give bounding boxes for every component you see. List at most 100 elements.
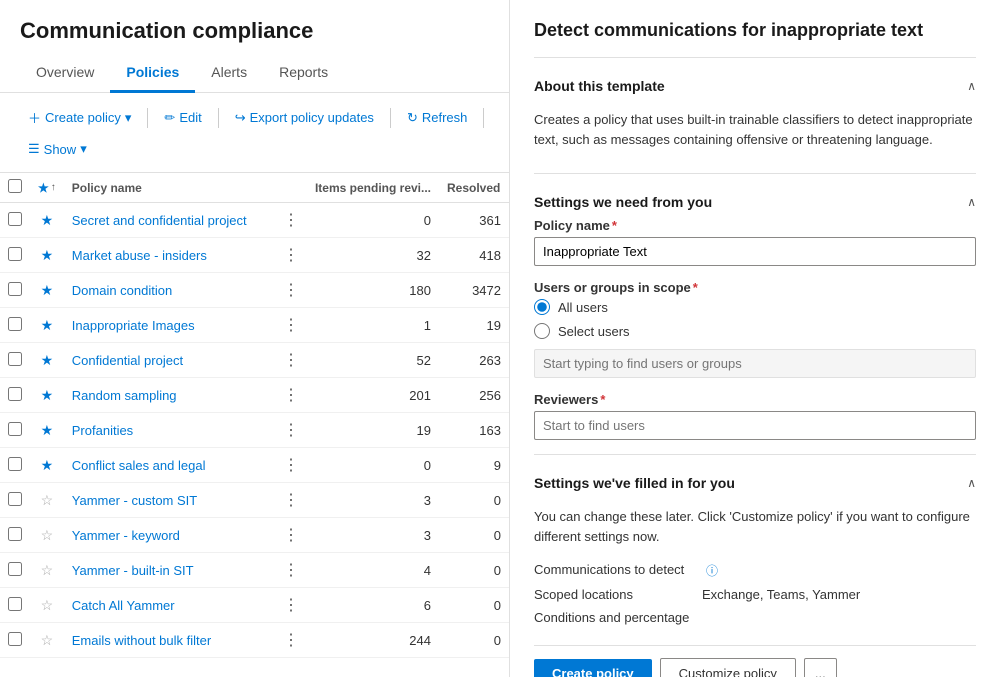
row-more-icon[interactable]: ⋮: [283, 527, 299, 544]
row-more-icon[interactable]: ⋮: [283, 247, 299, 264]
policy-name-header[interactable]: Policy name: [64, 173, 275, 203]
row-checkbox[interactable]: [8, 247, 22, 261]
row-dots[interactable]: ⋮: [275, 448, 307, 483]
star-icon[interactable]: ★: [41, 282, 54, 298]
info-icon[interactable]: ⓘ: [706, 562, 718, 579]
policy-name-input[interactable]: [534, 237, 976, 266]
row-dots[interactable]: ⋮: [275, 378, 307, 413]
star-icon[interactable]: ★: [41, 212, 54, 228]
row-more-icon[interactable]: ⋮: [283, 387, 299, 404]
row-dots[interactable]: ⋮: [275, 588, 307, 623]
row-checkbox[interactable]: [8, 632, 22, 646]
about-section-header[interactable]: About this template ∧: [534, 70, 976, 102]
select-all-checkbox[interactable]: [8, 179, 22, 193]
tab-overview[interactable]: Overview: [20, 54, 110, 93]
star-icon[interactable]: ★: [41, 317, 54, 333]
row-policy-name[interactable]: Yammer - keyword: [64, 518, 275, 553]
row-star-cell[interactable]: ☆: [30, 623, 64, 658]
tab-alerts[interactable]: Alerts: [195, 54, 263, 93]
star-icon[interactable]: ★: [41, 422, 54, 438]
star-sort-header[interactable]: ★ ↑: [30, 173, 64, 203]
radio-all-users-input[interactable]: [534, 299, 550, 315]
row-dots[interactable]: ⋮: [275, 553, 307, 588]
row-star-cell[interactable]: ☆: [30, 553, 64, 588]
row-policy-name[interactable]: Emails without bulk filter: [64, 623, 275, 658]
row-policy-name[interactable]: Secret and confidential project: [64, 203, 275, 238]
row-policy-name[interactable]: Random sampling: [64, 378, 275, 413]
star-icon[interactable]: ☆: [41, 492, 54, 508]
row-policy-name[interactable]: Yammer - custom SIT: [64, 483, 275, 518]
star-icon[interactable]: ☆: [41, 527, 54, 543]
row-dots[interactable]: ⋮: [275, 203, 307, 238]
star-icon[interactable]: ★: [41, 387, 54, 403]
row-more-icon[interactable]: ⋮: [283, 352, 299, 369]
reviewers-input[interactable]: [534, 411, 976, 440]
row-more-icon[interactable]: ⋮: [283, 422, 299, 439]
row-checkbox[interactable]: [8, 527, 22, 541]
row-policy-name[interactable]: Confidential project: [64, 343, 275, 378]
create-policy-submit-button[interactable]: Create policy: [534, 659, 652, 677]
row-more-icon[interactable]: ⋮: [283, 282, 299, 299]
radio-select-users[interactable]: Select users: [534, 323, 976, 339]
row-policy-name[interactable]: Domain condition: [64, 273, 275, 308]
row-checkbox[interactable]: [8, 457, 22, 471]
row-dots[interactable]: ⋮: [275, 343, 307, 378]
row-dots[interactable]: ⋮: [275, 483, 307, 518]
row-more-icon[interactable]: ⋮: [283, 457, 299, 474]
radio-all-users[interactable]: All users: [534, 299, 976, 315]
row-star-cell[interactable]: ☆: [30, 483, 64, 518]
row-more-icon[interactable]: ⋮: [283, 632, 299, 649]
row-policy-name[interactable]: Catch All Yammer: [64, 588, 275, 623]
row-dots[interactable]: ⋮: [275, 623, 307, 658]
row-checkbox[interactable]: [8, 422, 22, 436]
row-star-cell[interactable]: ★: [30, 203, 64, 238]
row-star-cell[interactable]: ☆: [30, 588, 64, 623]
row-checkbox[interactable]: [8, 317, 22, 331]
row-dots[interactable]: ⋮: [275, 308, 307, 343]
customize-policy-button[interactable]: Customize policy: [660, 658, 796, 677]
show-button[interactable]: ☰ Show ▾: [20, 136, 95, 162]
row-star-cell[interactable]: ★: [30, 413, 64, 448]
tab-reports[interactable]: Reports: [263, 54, 344, 93]
row-star-cell[interactable]: ★: [30, 343, 64, 378]
star-icon[interactable]: ☆: [41, 597, 54, 613]
row-policy-name[interactable]: Conflict sales and legal: [64, 448, 275, 483]
tab-policies[interactable]: Policies: [110, 54, 195, 93]
row-checkbox[interactable]: [8, 352, 22, 366]
row-more-icon[interactable]: ⋮: [283, 492, 299, 509]
row-star-cell[interactable]: ★: [30, 308, 64, 343]
row-checkbox[interactable]: [8, 212, 22, 226]
row-policy-name[interactable]: Inappropriate Images: [64, 308, 275, 343]
row-more-icon[interactable]: ⋮: [283, 597, 299, 614]
refresh-button[interactable]: ↻ Refresh: [399, 105, 475, 131]
row-dots[interactable]: ⋮: [275, 413, 307, 448]
star-icon[interactable]: ★: [41, 352, 54, 368]
radio-select-users-input[interactable]: [534, 323, 550, 339]
create-policy-button[interactable]: ＋ Create policy ▾: [20, 103, 139, 132]
row-checkbox[interactable]: [8, 597, 22, 611]
row-checkbox[interactable]: [8, 387, 22, 401]
row-star-cell[interactable]: ☆: [30, 518, 64, 553]
filled-section-header[interactable]: Settings we've filled in for you ∧: [534, 467, 976, 499]
items-pending-header[interactable]: Items pending revi...: [307, 173, 439, 203]
row-checkbox[interactable]: [8, 282, 22, 296]
settings-section-header[interactable]: Settings we need from you ∧: [534, 186, 976, 218]
star-icon[interactable]: ☆: [41, 632, 54, 648]
row-dots[interactable]: ⋮: [275, 273, 307, 308]
row-star-cell[interactable]: ★: [30, 273, 64, 308]
row-policy-name[interactable]: Profanities: [64, 413, 275, 448]
row-policy-name[interactable]: Yammer - built-in SIT: [64, 553, 275, 588]
star-icon[interactable]: ★: [41, 457, 54, 473]
row-dots[interactable]: ⋮: [275, 518, 307, 553]
row-more-icon[interactable]: ⋮: [283, 317, 299, 334]
row-policy-name[interactable]: Market abuse - insiders: [64, 238, 275, 273]
export-button[interactable]: ↪ Export policy updates: [227, 105, 382, 131]
row-more-icon[interactable]: ⋮: [283, 212, 299, 229]
resolved-header[interactable]: Resolved: [439, 173, 509, 203]
row-star-cell[interactable]: ★: [30, 448, 64, 483]
star-icon[interactable]: ☆: [41, 562, 54, 578]
row-checkbox[interactable]: [8, 492, 22, 506]
row-dots[interactable]: ⋮: [275, 238, 307, 273]
edit-button[interactable]: ✏ Edit: [156, 105, 209, 131]
users-search-input[interactable]: [534, 349, 976, 378]
